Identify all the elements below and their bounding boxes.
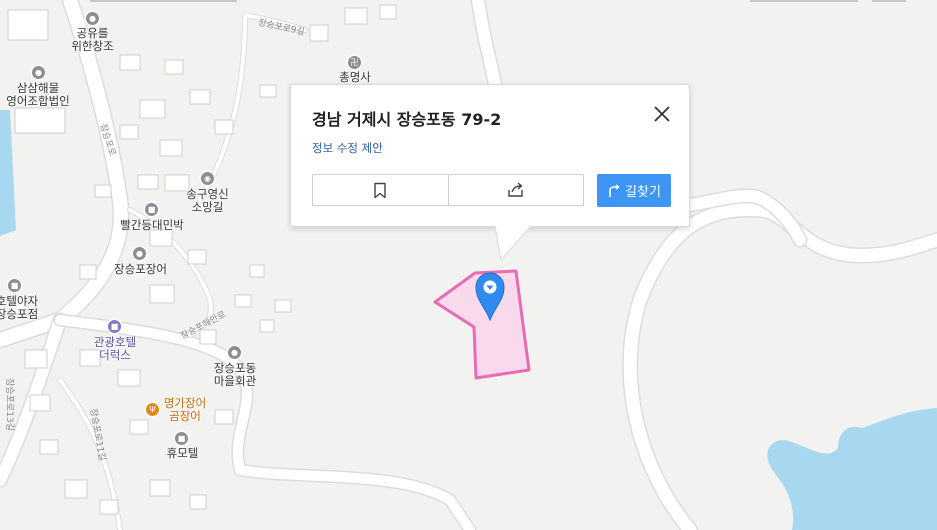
edit-suggestion-link[interactable]: 정보 수정 제안 — [312, 140, 383, 156]
lodging-icon: ■ — [8, 279, 21, 292]
poi-label[interactable]: 관광호텔 더럭스 — [80, 336, 150, 362]
action-button-group — [312, 174, 584, 206]
camera-icon: ◉ — [201, 172, 214, 185]
poi-label[interactable]: 삼삼해물 영어조합법인 — [0, 82, 78, 108]
share-icon — [508, 182, 523, 197]
route-button-label: 길찾기 — [625, 185, 661, 200]
map-control-top[interactable] — [750, 0, 858, 2]
poi-label[interactable]: 명가장어 곰장어 — [155, 397, 215, 423]
poi-label[interactable]: 장승포장어 — [103, 263, 178, 276]
hotel-icon: ■ — [108, 320, 121, 333]
poi-label[interactable]: 호텔야자 장승포점 — [0, 295, 52, 321]
address-title: 경남 거제시 장승포동 79-2 — [312, 110, 502, 129]
building-icon: ● — [86, 12, 99, 25]
lodging-icon: ■ — [175, 432, 188, 445]
poi-label[interactable]: 송구영신 소망길 — [175, 188, 240, 214]
directions-icon — [609, 183, 620, 197]
place-info-popup: 경남 거제시 장승포동 79-2 정보 수정 제안 길찾기 — [290, 84, 690, 227]
road-label: 장승포로13길 — [3, 378, 14, 431]
map-control-top[interactable] — [90, 0, 237, 2]
poi-label[interactable]: 공유를 위한창조 — [55, 27, 130, 53]
building-icon: ● — [133, 247, 146, 260]
popup-tail — [495, 226, 532, 262]
share-button[interactable] — [447, 175, 584, 205]
poi-label[interactable]: 장승포동 마을회관 — [200, 362, 270, 388]
poi-label[interactable]: 총명사 — [325, 71, 385, 84]
building-icon: ● — [32, 66, 45, 79]
poi-label[interactable]: 빨간등대민박 — [107, 219, 197, 232]
poi-label[interactable]: 휴모텔 — [155, 447, 210, 460]
bookmark-button[interactable] — [313, 175, 448, 205]
building-icon: ● — [228, 346, 241, 359]
close-icon[interactable] — [651, 103, 673, 125]
temple-icon: 卍 — [348, 56, 361, 69]
lodging-icon: ■ — [145, 203, 158, 216]
map-control-top[interactable] — [872, 0, 906, 2]
bookmark-icon — [374, 182, 386, 198]
route-button[interactable]: 길찾기 — [597, 174, 671, 207]
